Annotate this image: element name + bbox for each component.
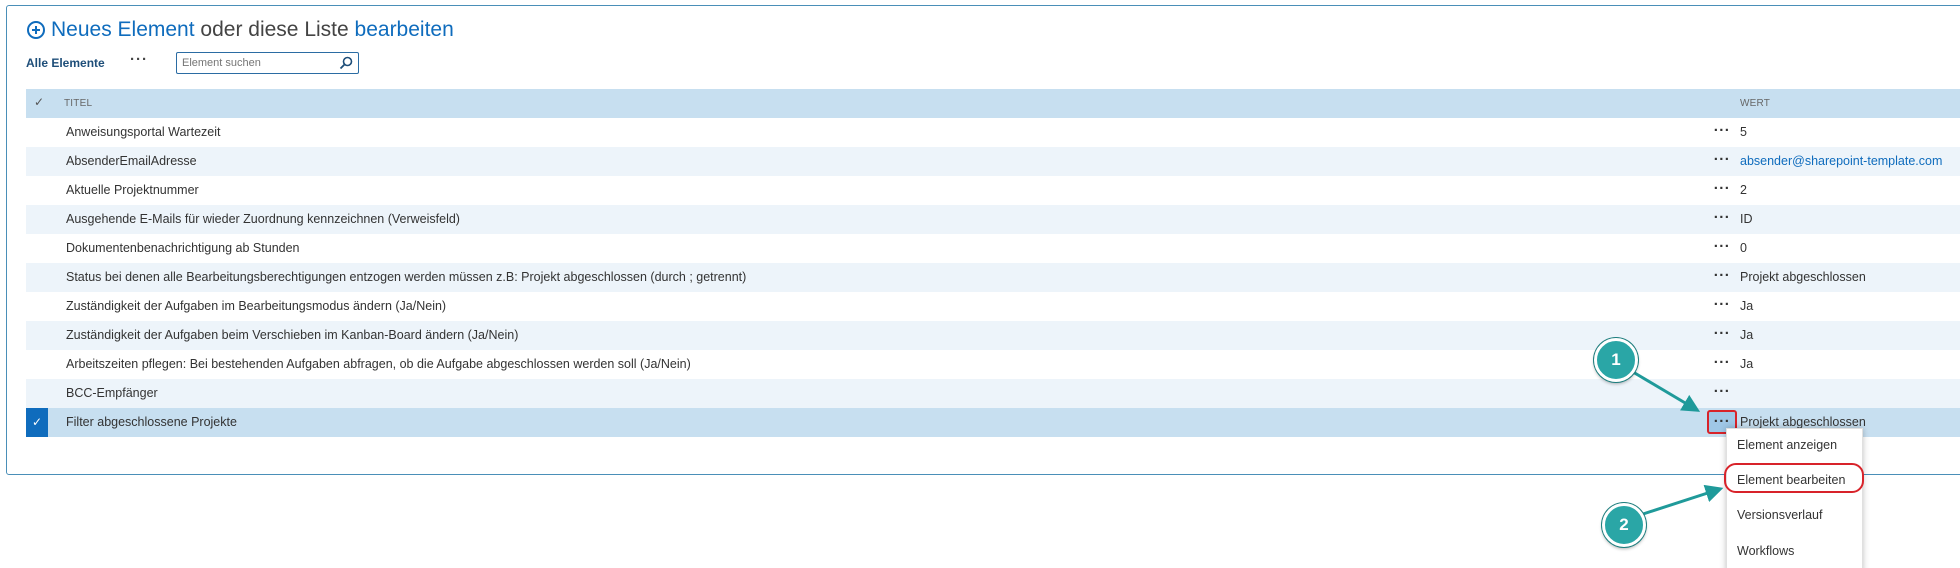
select-all-checkbox[interactable]: ✓ [34, 95, 44, 109]
callout-step-2: 2 [1602, 503, 1646, 547]
row-more-button[interactable]: ··· [1709, 295, 1735, 317]
list-row[interactable]: Zuständigkeit der Aufgaben beim Verschie… [26, 321, 1960, 350]
row-more-button[interactable]: ··· [1709, 266, 1735, 288]
row-value-email-link[interactable]: absender@sharepoint-template.com [1740, 154, 1942, 168]
row-value: ID [1740, 212, 1753, 226]
add-circle-icon[interactable] [27, 21, 45, 39]
arrow-to-edit-item [1639, 484, 1724, 517]
page: Neues Element oder diese Liste bearbeite… [0, 0, 1960, 568]
search-box [176, 52, 359, 74]
menu-item-view[interactable]: Element anzeigen [1737, 438, 1837, 452]
view-more-button[interactable]: ··· [130, 51, 148, 68]
list-header: ✓ TITEL WERT [26, 89, 1960, 118]
row-value: 5 [1740, 125, 1747, 139]
row-value: 0 [1740, 241, 1747, 255]
list-row[interactable]: Anweisungsportal Wartezeit ··· 5 [26, 118, 1960, 147]
row-more-button[interactable]: ··· [1709, 237, 1735, 259]
row-title[interactable]: Arbeitszeiten pflegen: Bei bestehenden A… [66, 357, 691, 371]
row-value: Ja [1740, 299, 1754, 313]
search-icon[interactable] [339, 56, 353, 70]
new-item-link[interactable]: Neues Element [51, 18, 195, 41]
row-more-button[interactable]: ··· [1709, 324, 1735, 346]
row-more-button[interactable]: ··· [1709, 150, 1735, 172]
view-selector-all-items[interactable]: Alle Elemente [26, 56, 105, 70]
callout-step-1: 1 [1594, 338, 1638, 382]
row-title[interactable]: Dokumentenbenachrichtigung ab Stunden [66, 241, 300, 255]
list-row[interactable]: Ausgehende E-Mails für wieder Zuordnung … [26, 205, 1960, 234]
search-input[interactable] [182, 55, 332, 71]
edit-item-highlight [1724, 463, 1864, 493]
list-row[interactable]: Arbeitszeiten pflegen: Bei bestehenden A… [26, 350, 1960, 379]
list-row[interactable]: Zuständigkeit der Aufgaben im Bearbeitun… [26, 292, 1960, 321]
row-title[interactable]: Zuständigkeit der Aufgaben beim Verschie… [66, 328, 518, 342]
menu-item-workflows[interactable]: Workflows [1737, 544, 1794, 558]
row-title[interactable]: AbsenderEmailAdresse [66, 154, 197, 168]
row-value: 2 [1740, 183, 1747, 197]
row-value: Ja [1740, 328, 1754, 342]
menu-item-version-history[interactable]: Versionsverlauf [1737, 508, 1822, 522]
items-list: ✓ TITEL WERT Anweisungsportal Wartezeit … [26, 89, 1960, 437]
row-title[interactable]: BCC-Empfänger [66, 386, 158, 400]
row-value: Projekt abgeschlossen [1740, 415, 1866, 429]
list-row[interactable]: AbsenderEmailAdresse ··· absender@sharep… [26, 147, 1960, 176]
row-more-button[interactable]: ··· [1709, 208, 1735, 230]
column-header-title[interactable]: TITEL [64, 98, 92, 109]
row-title[interactable]: Zuständigkeit der Aufgaben im Bearbeitun… [66, 299, 446, 313]
row-value: Ja [1740, 357, 1754, 371]
row-selected-checkbox[interactable]: ✓ [26, 408, 48, 437]
row-title[interactable]: Aktuelle Projektnummer [66, 183, 199, 197]
row-title[interactable]: Filter abgeschlossene Projekte [66, 415, 237, 429]
edit-list-link[interactable]: bearbeiten [355, 18, 454, 41]
list-row[interactable]: BCC-Empfänger ··· [26, 379, 1960, 408]
list-row[interactable]: Dokumentenbenachrichtigung ab Stunden ··… [26, 234, 1960, 263]
row-more-button[interactable]: ··· [1709, 179, 1735, 201]
list-row[interactable]: Aktuelle Projektnummer ··· 2 [26, 176, 1960, 205]
row-title[interactable]: Ausgehende E-Mails für wieder Zuordnung … [66, 212, 460, 226]
row-title[interactable]: Status bei denen alle Bearbeitungsberech… [66, 270, 746, 284]
list-row-selected[interactable]: ✓ Filter abgeschlossene Projekte ··· Pro… [26, 408, 1960, 437]
context-menu: Element anzeigen Element bearbeiten Vers… [1726, 428, 1863, 568]
row-title[interactable]: Anweisungsportal Wartezeit [66, 125, 220, 139]
row-value: Projekt abgeschlossen [1740, 270, 1866, 284]
row-more-button[interactable]: ··· [1709, 121, 1735, 143]
heading-connector-text: oder diese Liste [200, 18, 349, 41]
row-more-button[interactable]: ··· [1709, 353, 1735, 375]
page-heading: Neues Element oder diese Liste bearbeite… [27, 16, 454, 44]
row-more-button[interactable]: ··· [1709, 382, 1735, 404]
list-row[interactable]: Status bei denen alle Bearbeitungsberech… [26, 263, 1960, 292]
column-header-value[interactable]: WERT [1740, 98, 1770, 109]
